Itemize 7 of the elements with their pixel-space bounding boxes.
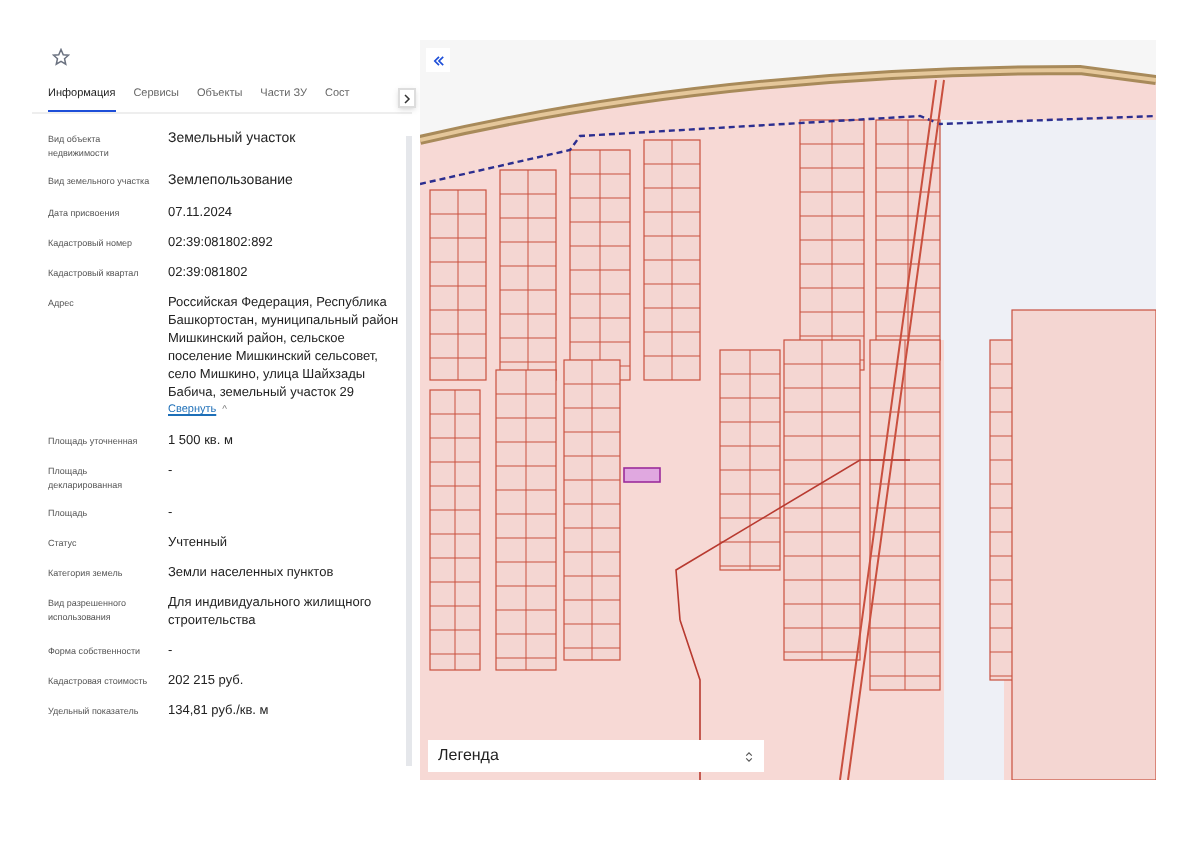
star-icon[interactable] [52,48,70,66]
double-chevron-left-icon [431,53,445,67]
updown-icon [744,749,754,763]
collapse-panel-button[interactable] [426,48,450,72]
legend-dropdown[interactable]: Легенда [428,740,764,772]
chevron-right-icon [402,93,412,104]
next-tab-button[interactable] [398,88,416,109]
